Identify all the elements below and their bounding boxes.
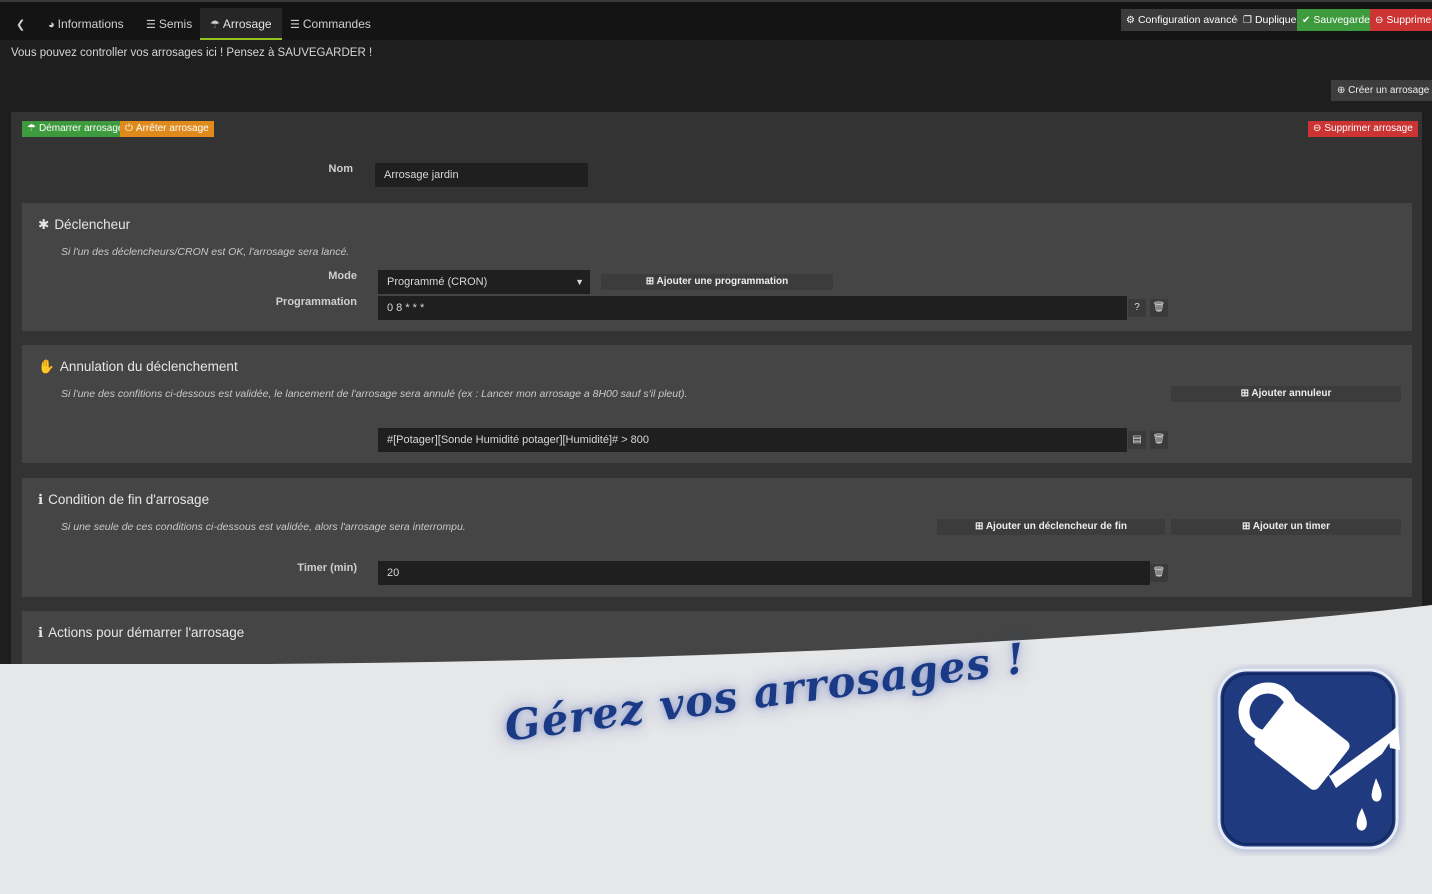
mode-label: Mode bbox=[328, 270, 357, 282]
duplicate-button[interactable]: ❐ Dupliquer bbox=[1238, 9, 1305, 31]
button-label: Ajouter une programmation bbox=[656, 276, 789, 287]
button-label: Sauvegarder bbox=[1313, 14, 1374, 26]
mode-select-value: Programmé (CRON) bbox=[387, 276, 488, 288]
tab-label: Semis bbox=[158, 17, 193, 31]
trash-icon[interactable]: 🗑 bbox=[1150, 299, 1168, 317]
add-schedule-button[interactable]: ⊞ Ajouter une programmation bbox=[601, 274, 833, 290]
check-circle-icon: ✔ bbox=[1302, 15, 1311, 26]
list-icon: ☰ bbox=[146, 19, 156, 31]
button-label: Supprimer bbox=[1386, 14, 1432, 26]
minus-circle-icon: ⊖ bbox=[1375, 15, 1384, 26]
create-watering-button[interactable]: ⊕ Créer un arrosage bbox=[1331, 80, 1432, 101]
start-watering-button[interactable]: ☂ Démarrer arrosage bbox=[22, 121, 129, 137]
button-label: Ajouter un timer bbox=[1252, 521, 1331, 532]
watering-can-icon: ☂ bbox=[210, 19, 220, 31]
name-label: Nom bbox=[328, 163, 353, 175]
button-label: Arrêter arrosage bbox=[135, 123, 209, 134]
cancel-title: ✋ Annulation du déclenchement bbox=[38, 359, 238, 375]
back-icon: ❮ bbox=[16, 19, 26, 31]
cancel-condition-input[interactable]: #[Potager][Sonde Humidité potager][Humid… bbox=[378, 428, 1127, 452]
info-text: Vous pouvez controller vos arrosages ici… bbox=[11, 47, 373, 59]
button-label: Supprimer arrosage bbox=[1324, 123, 1413, 134]
end-condition-panel: ℹ Condition de fin d'arrosage Si une seul… bbox=[22, 478, 1412, 597]
tab-label: Arrosage bbox=[222, 17, 272, 31]
button-label: Ajouter un déclencheur de fin bbox=[985, 521, 1127, 532]
plus-square-icon: ⊞ bbox=[1241, 521, 1253, 532]
hand-icon: ✋ bbox=[38, 359, 55, 374]
delete-watering-button[interactable]: ⊖ Supprimer arrosage bbox=[1308, 121, 1418, 137]
watering-card: ☂ Démarrer arrosage ⏻ Arrêter arrosage ⊖ Su… bbox=[11, 112, 1422, 664]
add-canceller-button[interactable]: ⊞ Ajouter annuleur bbox=[1171, 386, 1401, 402]
trash-icon[interactable]: 🗑 bbox=[1150, 564, 1168, 582]
tab-commandes[interactable]: ☰ Commandes bbox=[280, 8, 381, 40]
tab-label: Informations bbox=[57, 17, 124, 31]
panel-title-text: Condition de fin d'arrosage bbox=[48, 492, 210, 507]
plus-square-icon: ⊞ bbox=[1240, 388, 1252, 399]
watering-can-logo-icon bbox=[1217, 668, 1400, 850]
panel-title-text: Déclencheur bbox=[54, 217, 131, 232]
end-condition-description: Si une seule de ces conditions ci-dessou… bbox=[61, 521, 466, 533]
button-label: Démarrer arrosage bbox=[38, 123, 124, 134]
name-input[interactable]: Arrosage jardin bbox=[375, 163, 588, 187]
info-icon: ℹ bbox=[38, 492, 44, 507]
trash-icon[interactable]: 🗑 bbox=[1150, 431, 1168, 449]
plus-square-icon: ⊞ bbox=[975, 521, 986, 532]
dashboard-icon: ◕ bbox=[48, 19, 55, 31]
save-button[interactable]: ✔ Sauvegarder bbox=[1297, 9, 1379, 31]
plugin-window: ❮ ◕ Informations ☰ Semis ☂ Arrosage ☰ Comman… bbox=[0, 0, 1432, 664]
trigger-panel: ✱ Déclencheur Si l'un des déclencheurs/CR… bbox=[22, 203, 1412, 331]
panel-title-text: Annulation du déclenchement bbox=[59, 359, 238, 374]
end-condition-title: ℹ Condition de fin d'arrosage bbox=[38, 492, 209, 508]
schedule-label: Programmation bbox=[275, 296, 357, 308]
plus-square-icon: ⊞ bbox=[645, 276, 657, 287]
cancel-panel: ✋ Annulation du déclenchement Si l'une de… bbox=[22, 345, 1412, 463]
gears-icon: ⚙ bbox=[1126, 15, 1135, 26]
button-label: Configuration avancée bbox=[1137, 14, 1244, 26]
add-timer-button[interactable]: ⊞ Ajouter un timer bbox=[1171, 519, 1401, 535]
asterisk-icon: ✱ bbox=[38, 217, 50, 232]
timer-label: Timer (min) bbox=[297, 562, 357, 574]
list-icon: ☰ bbox=[290, 19, 300, 31]
copy-icon: ❐ bbox=[1243, 15, 1252, 26]
timer-input[interactable]: 20 bbox=[378, 561, 1150, 585]
button-label: Dupliquer bbox=[1254, 14, 1300, 26]
delete-button[interactable]: ⊖ Supprimer bbox=[1370, 9, 1432, 31]
list-alt-icon[interactable]: ▤ bbox=[1128, 431, 1146, 449]
schedule-input[interactable]: 0 8 * * * bbox=[378, 296, 1127, 320]
tab-informations[interactable]: ◕ Informations bbox=[38, 8, 134, 40]
cancel-description: Si l'une des confitions ci-dessous est v… bbox=[61, 388, 688, 400]
caret-down-icon: ▼ bbox=[575, 277, 584, 287]
trigger-title: ✱ Déclencheur bbox=[38, 217, 130, 233]
button-label: Ajouter annuleur bbox=[1251, 388, 1332, 399]
help-icon[interactable]: ? bbox=[1128, 299, 1146, 317]
mode-select[interactable]: Programmé (CRON) ▼ bbox=[378, 270, 590, 294]
button-label: Créer un arrosage bbox=[1348, 85, 1430, 96]
trigger-description: Si l'un des déclencheurs/CRON est OK, l'… bbox=[61, 246, 350, 258]
add-end-trigger-button[interactable]: ⊞ Ajouter un déclencheur de fin bbox=[937, 519, 1165, 535]
tab-semis[interactable]: ☰ Semis bbox=[136, 8, 202, 40]
power-icon: ⏻ bbox=[125, 123, 133, 134]
stop-watering-button[interactable]: ⏻ Arrêter arrosage bbox=[120, 121, 214, 137]
tab-back[interactable]: ❮ bbox=[6, 8, 38, 40]
tab-bar: ❮ ◕ Informations ☰ Semis ☂ Arrosage ☰ Comman… bbox=[0, 0, 1432, 40]
tab-arrosage[interactable]: ☂ Arrosage bbox=[200, 8, 282, 40]
watering-can-icon: ☂ bbox=[27, 123, 36, 134]
tab-label: Commandes bbox=[302, 17, 371, 31]
advanced-config-button[interactable]: ⚙ Configuration avancée bbox=[1121, 9, 1249, 31]
minus-circle-icon: ⊖ bbox=[1313, 123, 1322, 134]
plus-circle-icon: ⊕ bbox=[1337, 85, 1349, 96]
